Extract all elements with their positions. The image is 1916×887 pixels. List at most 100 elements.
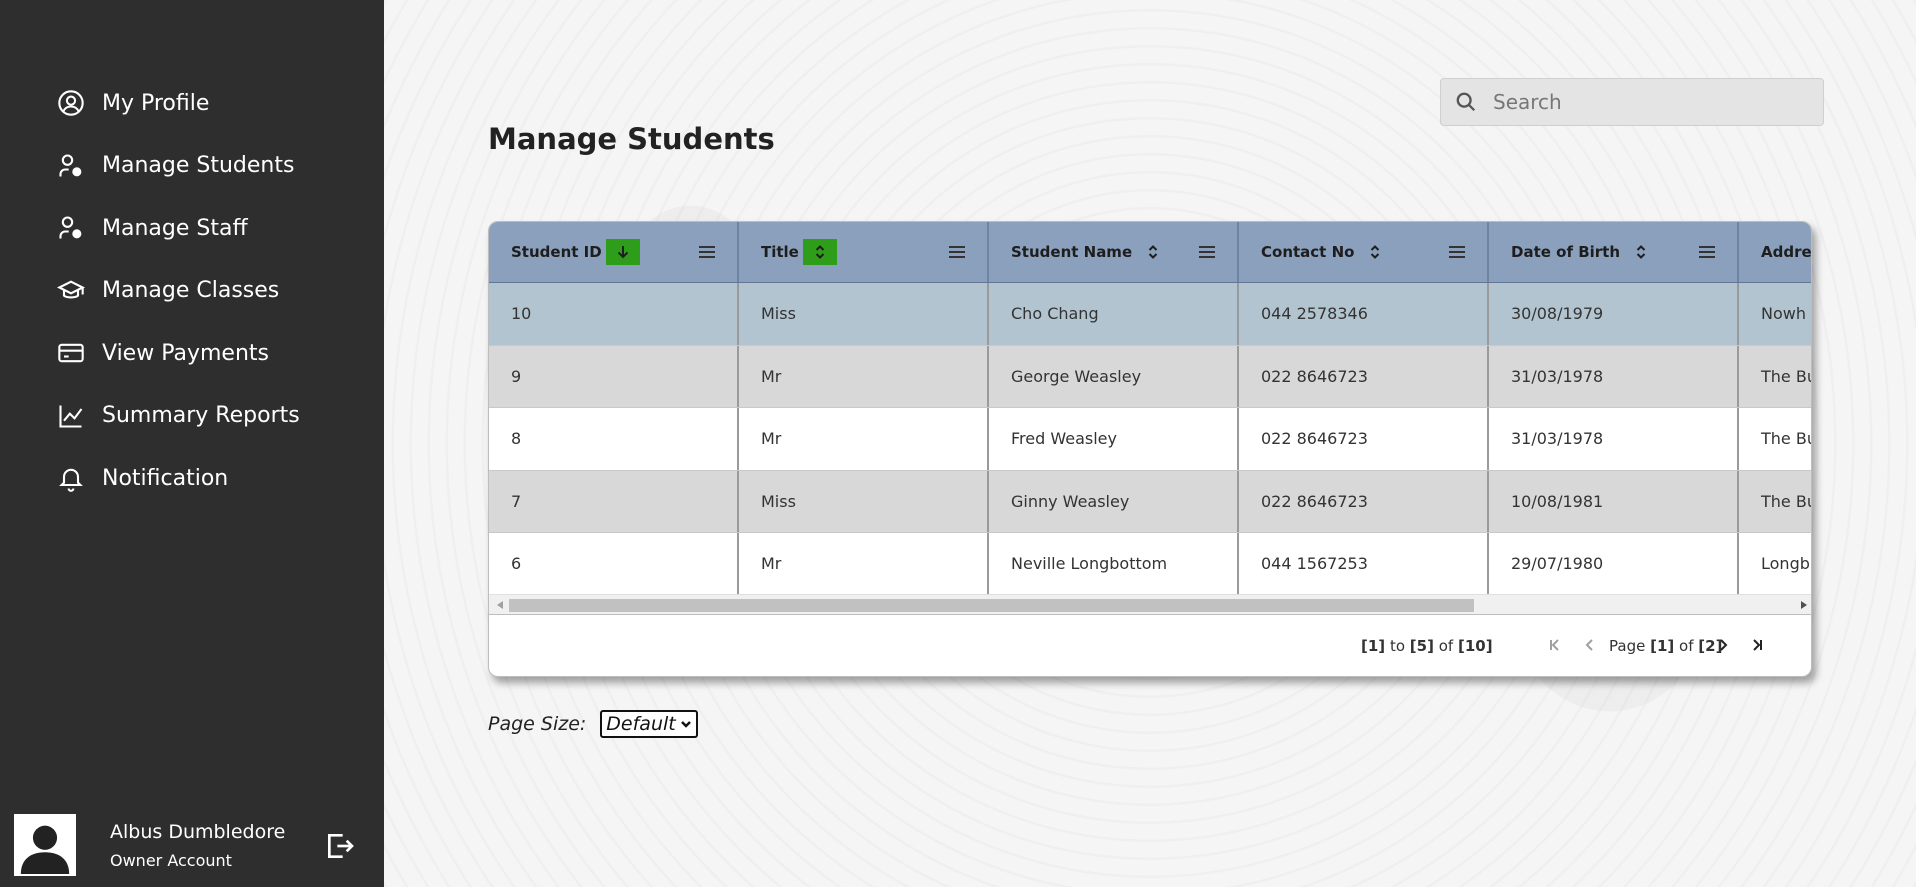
table-header-row: Student ID Title Student Name Contact No bbox=[489, 222, 1811, 283]
sort-icon[interactable] bbox=[1136, 239, 1170, 265]
column-header-title[interactable]: Title bbox=[739, 222, 989, 282]
page-title: Manage Students bbox=[488, 122, 775, 156]
cell-contact-no: 022 8646723 bbox=[1239, 470, 1489, 532]
row-summary: [1] to [5] of [10] bbox=[1361, 637, 1493, 655]
last-page-button[interactable] bbox=[1745, 633, 1769, 657]
scroll-right-arrow-icon[interactable] bbox=[1801, 601, 1807, 609]
column-menu-icon[interactable] bbox=[1199, 246, 1215, 258]
cell-date-of-birth: 31/03/1978 bbox=[1489, 408, 1739, 470]
sidebar-item-my-profile[interactable]: My Profile bbox=[56, 72, 300, 135]
main-content: Manage Students Student ID Title Student… bbox=[384, 0, 1916, 887]
graduation-cap-icon bbox=[56, 276, 86, 306]
user-circle-icon bbox=[56, 88, 86, 118]
cell-contact-no: 022 8646723 bbox=[1239, 408, 1489, 470]
cell-address: The Bu bbox=[1761, 366, 1812, 386]
cell-address: Nowh bbox=[1761, 304, 1806, 324]
table-row[interactable]: 7 Miss Ginny Weasley 022 8646723 10/08/1… bbox=[489, 470, 1812, 533]
cell-student-id: 6 bbox=[489, 533, 739, 594]
cell-date-of-birth: 30/08/1979 bbox=[1489, 283, 1739, 345]
search-icon bbox=[1456, 92, 1476, 112]
column-header-date-of-birth[interactable]: Date of Birth bbox=[1489, 222, 1739, 282]
table-row[interactable]: 9 Mr George Weasley 022 8646723 31/03/19… bbox=[489, 345, 1812, 408]
user-name: Albus Dumbledore bbox=[110, 820, 286, 843]
search-input[interactable] bbox=[1493, 90, 1813, 114]
sidebar-item-label: Summary Reports bbox=[102, 403, 300, 429]
bell-icon bbox=[56, 463, 86, 493]
user-silhouette-icon bbox=[20, 825, 70, 874]
column-header-contact-no[interactable]: Contact No bbox=[1239, 222, 1489, 282]
user-panel: Albus Dumbledore Owner Account bbox=[14, 814, 374, 876]
line-chart-icon bbox=[56, 401, 86, 431]
cell-title: Mr bbox=[739, 533, 989, 594]
page-size-select[interactable]: Default bbox=[600, 710, 698, 738]
pagination-bar: [1] to [5] of [10] Page [1] of [2] bbox=[489, 614, 1811, 676]
user-settings-icon bbox=[56, 151, 86, 181]
cell-title: Mr bbox=[739, 408, 989, 470]
sidebar-item-label: View Payments bbox=[102, 340, 269, 366]
cell-address: The Bu bbox=[1761, 429, 1812, 449]
sort-icon[interactable] bbox=[1358, 239, 1392, 265]
cell-address: Longb bbox=[1761, 554, 1810, 574]
first-page-button[interactable] bbox=[1543, 633, 1567, 657]
sidebar: My Profile Manage Students Manage Staff … bbox=[0, 0, 384, 887]
next-page-button[interactable] bbox=[1711, 633, 1735, 657]
sidebar-item-notification[interactable]: Notification bbox=[56, 447, 300, 510]
logout-button[interactable] bbox=[324, 830, 356, 862]
table-row[interactable]: 6 Mr Neville Longbottom 044 1567253 29/0… bbox=[489, 533, 1811, 594]
cell-contact-no: 022 8646723 bbox=[1239, 345, 1489, 407]
user-info: Albus Dumbledore Owner Account bbox=[110, 821, 285, 870]
sidebar-item-label: Notification bbox=[102, 465, 229, 491]
column-header-address[interactable]: Addre bbox=[1739, 222, 1811, 282]
column-menu-icon[interactable] bbox=[949, 246, 965, 258]
cell-student-id: 10 bbox=[489, 283, 739, 345]
table-row[interactable]: 10 Miss Cho Chang 044 2578346 30/08/1979… bbox=[489, 283, 1811, 346]
sort-icon[interactable] bbox=[1624, 239, 1658, 265]
sidebar-item-manage-classes[interactable]: Manage Classes bbox=[56, 260, 300, 323]
sidebar-item-manage-staff[interactable]: Manage Staff bbox=[56, 197, 300, 260]
sidebar-item-label: My Profile bbox=[102, 90, 210, 116]
sort-descending-icon[interactable] bbox=[605, 239, 640, 265]
column-header-student-name[interactable]: Student Name bbox=[989, 222, 1239, 282]
credit-card-icon bbox=[56, 338, 86, 368]
sidebar-item-label: Manage Students bbox=[102, 153, 295, 179]
students-table: Student ID Title Student Name Contact No bbox=[488, 221, 1812, 677]
logout-icon bbox=[328, 834, 354, 858]
search-bar bbox=[1440, 78, 1824, 126]
table-viewport: Student ID Title Student Name Contact No bbox=[489, 222, 1812, 594]
chevron-down-icon bbox=[680, 721, 691, 728]
cell-student-name: Fred Weasley bbox=[989, 408, 1239, 470]
avatar[interactable] bbox=[14, 814, 76, 876]
page-size-control: Page Size: Default bbox=[488, 710, 698, 738]
scroll-left-arrow-icon[interactable] bbox=[497, 601, 503, 609]
cell-address: The Bu bbox=[1761, 491, 1812, 511]
cell-student-id: 8 bbox=[489, 408, 739, 470]
chevron-left-icon bbox=[1585, 639, 1593, 651]
cell-student-id: 9 bbox=[489, 345, 739, 407]
cell-date-of-birth: 29/07/1980 bbox=[1489, 533, 1739, 594]
sidebar-item-summary-reports[interactable]: Summary Reports bbox=[56, 385, 300, 448]
table-row[interactable]: 8 Mr Fred Weasley 022 8646723 31/03/1978… bbox=[489, 408, 1812, 471]
page-indicator: Page [1] of [2] bbox=[1609, 637, 1723, 655]
cell-contact-no: 044 2578346 bbox=[1239, 283, 1489, 345]
column-header-student-id[interactable]: Student ID bbox=[489, 222, 739, 282]
sidebar-item-label: Manage Classes bbox=[102, 278, 280, 304]
cell-contact-no: 044 1567253 bbox=[1239, 533, 1489, 594]
user-role: Owner Account bbox=[110, 850, 232, 870]
cell-title: Miss bbox=[739, 470, 989, 532]
previous-page-button[interactable] bbox=[1578, 633, 1602, 657]
sidebar-item-view-payments[interactable]: View Payments bbox=[56, 322, 300, 385]
cell-date-of-birth: 31/03/1978 bbox=[1489, 345, 1739, 407]
scrollbar-thumb[interactable] bbox=[509, 599, 1474, 612]
chevron-right-icon bbox=[1720, 639, 1728, 651]
column-menu-icon[interactable] bbox=[1699, 246, 1715, 258]
column-menu-icon[interactable] bbox=[1449, 246, 1465, 258]
sidebar-item-manage-students[interactable]: Manage Students bbox=[56, 135, 300, 198]
cell-student-name: Neville Longbottom bbox=[989, 533, 1239, 594]
sidebar-nav: My Profile Manage Students Manage Staff … bbox=[56, 72, 300, 510]
cell-student-name: Ginny Weasley bbox=[989, 470, 1239, 532]
page-size-label: Page Size: bbox=[488, 713, 587, 735]
cell-student-id: 7 bbox=[489, 470, 739, 532]
sort-icon[interactable] bbox=[802, 239, 837, 265]
column-menu-icon[interactable] bbox=[699, 246, 715, 258]
horizontal-scrollbar[interactable] bbox=[489, 594, 1811, 614]
